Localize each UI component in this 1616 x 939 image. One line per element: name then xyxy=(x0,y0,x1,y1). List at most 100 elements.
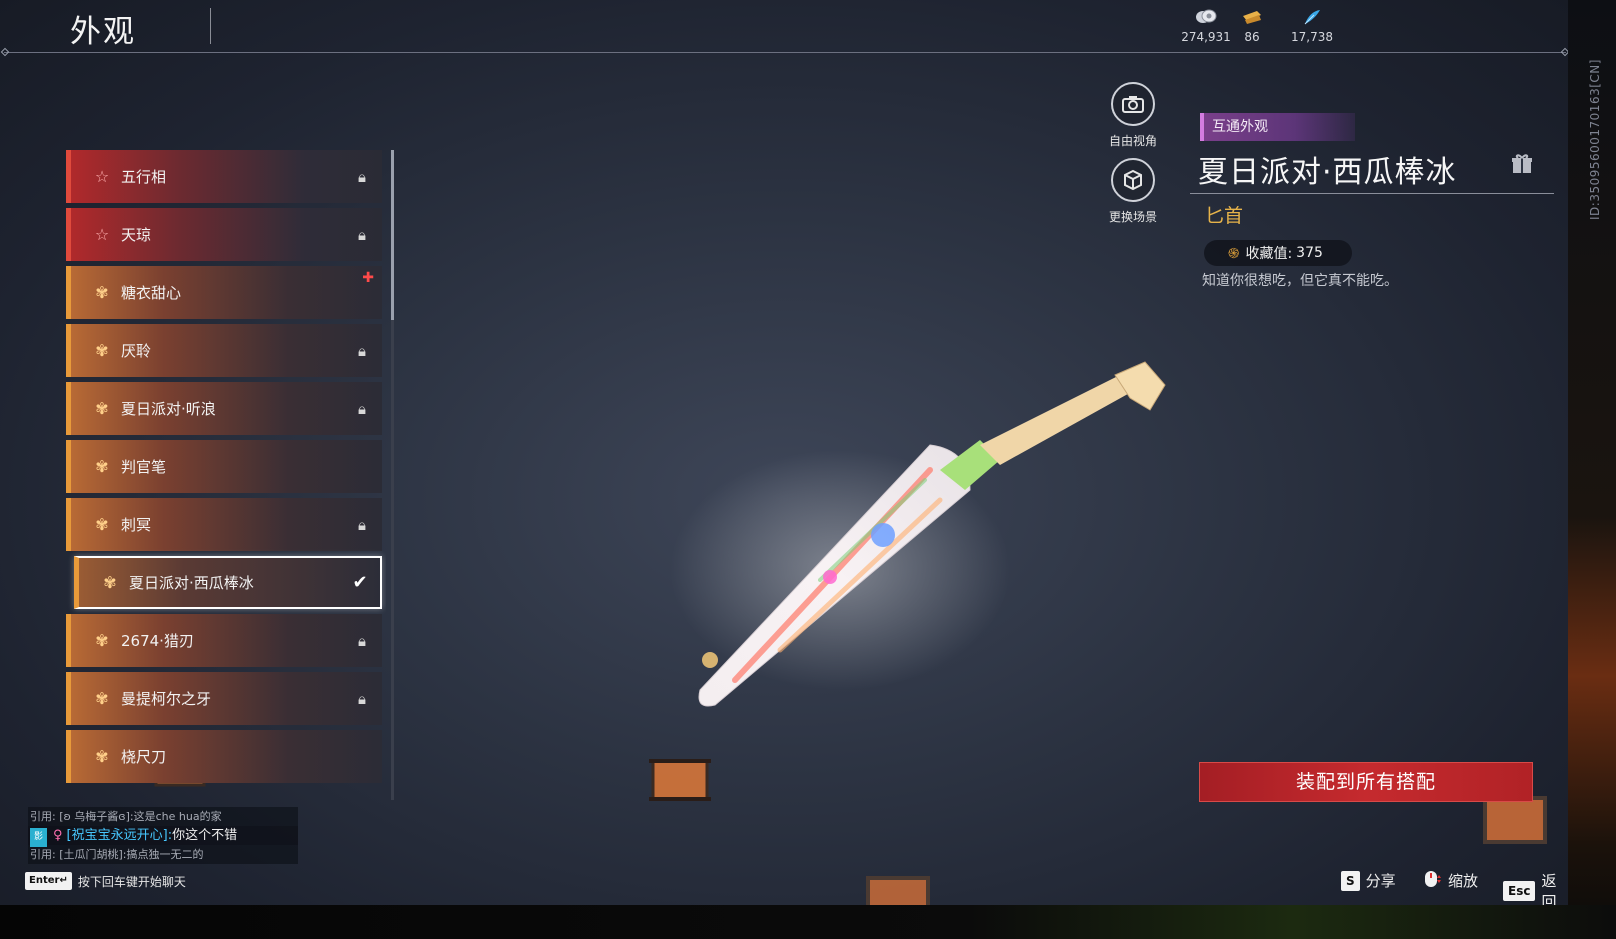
shared-appearance-tag: 互通外观 xyxy=(1200,113,1355,141)
mouse-wheel-icon xyxy=(1422,870,1442,891)
lock-icon: 🔒︎ xyxy=(358,631,366,650)
equip-all-button[interactable]: 装配到所有搭配 xyxy=(1199,762,1533,802)
share-key: S xyxy=(1341,870,1360,891)
skin-name: 2674·猎刃 xyxy=(121,632,194,650)
flower-icon: ✾ xyxy=(103,573,117,592)
skin-item[interactable]: ✾ 判官笔 xyxy=(66,440,382,493)
coin-icon xyxy=(1176,8,1236,28)
skin-item[interactable]: ✾ 厌聆 🔒︎ xyxy=(66,324,382,377)
check-icon: ✔ xyxy=(352,572,368,593)
chat-panel: 引用: [ʚ 乌梅子酱ɞ]:这是che hua的家 影 ♀ [祝宝宝永远开心]:你这… xyxy=(28,807,298,864)
item-description: 知道你很想吃，但它真不能吃。 xyxy=(1202,273,1398,289)
flower-icon: ✾ xyxy=(95,515,109,534)
skin-item[interactable]: ☆ 天琼 🔒︎ xyxy=(66,208,382,261)
lock-icon: 🔒︎ xyxy=(358,689,366,708)
skin-item[interactable]: ✾ 桡尺刀 xyxy=(66,730,382,783)
page-title: 外观 xyxy=(70,14,136,50)
weapon-preview[interactable] xyxy=(640,350,1220,750)
line-end-ornament xyxy=(1560,47,1568,57)
feather-value: 17,738 xyxy=(1291,30,1333,44)
collection-label: 收藏值: xyxy=(1245,246,1293,262)
chat-quote: 引用: [土瓜门胡桃]:搞点独一无二的 xyxy=(28,845,298,864)
skin-name: 桡尺刀 xyxy=(121,748,167,766)
chat-message[interactable]: 影 ♀ [祝宝宝永远开心]:你这个不错 xyxy=(28,826,298,847)
lock-icon: 🔒︎ xyxy=(358,399,366,418)
flower-icon: ✾ xyxy=(95,689,109,708)
skin-item[interactable]: ✾ 糖衣甜心 ✚ xyxy=(66,266,382,319)
skin-item[interactable]: ✾ 曼提柯尔之牙 🔒︎ xyxy=(66,672,382,725)
skin-name: 糖衣甜心 xyxy=(121,284,182,302)
collection-icon: ֍ xyxy=(1228,245,1240,262)
skin-name: 曼提柯尔之牙 xyxy=(121,690,212,708)
item-title: 夏日派对·西瓜棒冰 xyxy=(1198,155,1457,190)
skin-item[interactable]: ✾ 夏日派对·听浪 🔒︎ xyxy=(66,382,382,435)
currency-feather: 17,738 xyxy=(1282,8,1342,44)
cube-icon xyxy=(1111,158,1155,202)
skin-item[interactable]: ✾ 2674·猎刃 🔒︎ xyxy=(66,614,382,667)
flower-icon: ✾ xyxy=(95,457,109,476)
collection-value: 375 xyxy=(1296,245,1323,261)
chat-username[interactable]: [祝宝宝永远开心]: xyxy=(67,828,173,843)
share-label: 分享 xyxy=(1365,872,1396,890)
share-hint[interactable]: S 分享 xyxy=(1341,870,1396,891)
lantern-decoration xyxy=(649,759,711,801)
flower-icon: ✾ xyxy=(95,283,109,302)
skin-name: 夏日派对·听浪 xyxy=(121,400,216,418)
star-icon: ☆ xyxy=(94,225,110,244)
change-scene-button[interactable]: 更换场景 xyxy=(1093,158,1173,225)
free-view-label: 自由视角 xyxy=(1108,134,1157,148)
gift-icon[interactable] xyxy=(1510,152,1534,182)
ticket-value: 86 xyxy=(1244,30,1260,44)
chat-text: 你这个不错 xyxy=(172,828,238,843)
coin-value: 274,931 xyxy=(1181,30,1231,44)
back-label: 返回 xyxy=(1541,872,1557,905)
skin-list: ☆ 五行相 🔒︎ ☆ 天琼 🔒︎ ✾ 糖衣甜心 ✚ ✾ 厌聆 🔒︎ ✾ 夏日派对… xyxy=(66,150,386,800)
currency-ticket: 86 xyxy=(1230,8,1274,44)
esc-key: Esc xyxy=(1503,881,1536,901)
background-edge xyxy=(0,905,1616,939)
currency-coin: 274,931 xyxy=(1176,8,1236,44)
flower-icon: ✾ xyxy=(95,341,109,360)
chat-input-hint[interactable]: Enter↵ 按下回车键开始聊天 xyxy=(25,872,186,890)
title-divider xyxy=(210,8,211,44)
top-divider-line xyxy=(4,52,1566,53)
ticket-icon xyxy=(1230,8,1274,28)
skin-name: 天琼 xyxy=(121,226,152,244)
skin-name: 夏日派对·西瓜棒冰 xyxy=(129,574,254,592)
chat-quote: 引用: [ʚ 乌梅子酱ɞ]:这是che hua的家 xyxy=(28,807,298,826)
new-badge-icon: ✚ xyxy=(362,270,374,286)
skin-item[interactable]: ✾ 刺冥 🔒︎ xyxy=(66,498,382,551)
enter-key: Enter↵ xyxy=(25,872,72,890)
weapon-type: 匕首 xyxy=(1205,205,1244,227)
zoom-hint[interactable]: 缩放 xyxy=(1422,870,1478,891)
change-scene-label: 更换场景 xyxy=(1108,210,1157,224)
back-hint[interactable]: Esc 返回 xyxy=(1503,870,1568,905)
female-icon: ♀ xyxy=(53,828,63,843)
flower-icon: ✾ xyxy=(95,747,109,766)
lock-icon: 🔒︎ xyxy=(358,225,366,244)
list-scrollbar-thumb[interactable] xyxy=(391,150,394,320)
skin-item[interactable]: ☆ 五行相 🔒︎ xyxy=(66,150,382,203)
skin-name: 刺冥 xyxy=(121,516,152,534)
skin-name: 厌聆 xyxy=(121,342,152,360)
title-underline xyxy=(1190,193,1554,194)
star-icon: ☆ xyxy=(94,167,110,186)
lock-icon: 🔒︎ xyxy=(358,515,366,534)
camera-icon xyxy=(1111,82,1155,126)
lock-icon: 🔒︎ xyxy=(358,167,366,186)
flower-icon: ✾ xyxy=(95,631,109,650)
skin-name: 五行相 xyxy=(121,168,167,186)
top-bar: 外观 274,931 86 17,738 xyxy=(0,0,1568,54)
skin-name: 判官笔 xyxy=(121,458,167,476)
free-view-button[interactable]: 自由视角 xyxy=(1093,82,1173,149)
chat-hint-text: 按下回车键开始聊天 xyxy=(77,874,186,889)
zoom-label: 缩放 xyxy=(1448,872,1479,890)
feather-icon xyxy=(1282,8,1342,28)
flower-icon: ✾ xyxy=(95,399,109,418)
lock-icon: 🔒︎ xyxy=(358,341,366,360)
player-id: ID:3509560017016​3[CN] xyxy=(1588,59,1602,220)
scene-background: 外观 274,931 86 17,738 ☆ 五行相 🔒︎ ☆ 天琼 🔒︎ ✾ … xyxy=(0,0,1568,905)
lantern-decoration xyxy=(866,876,930,905)
collection-value-badge: ֍ 收藏值: 375 xyxy=(1204,240,1352,266)
skin-item-selected[interactable]: ✾ 夏日派对·西瓜棒冰 ✔ xyxy=(74,556,382,609)
